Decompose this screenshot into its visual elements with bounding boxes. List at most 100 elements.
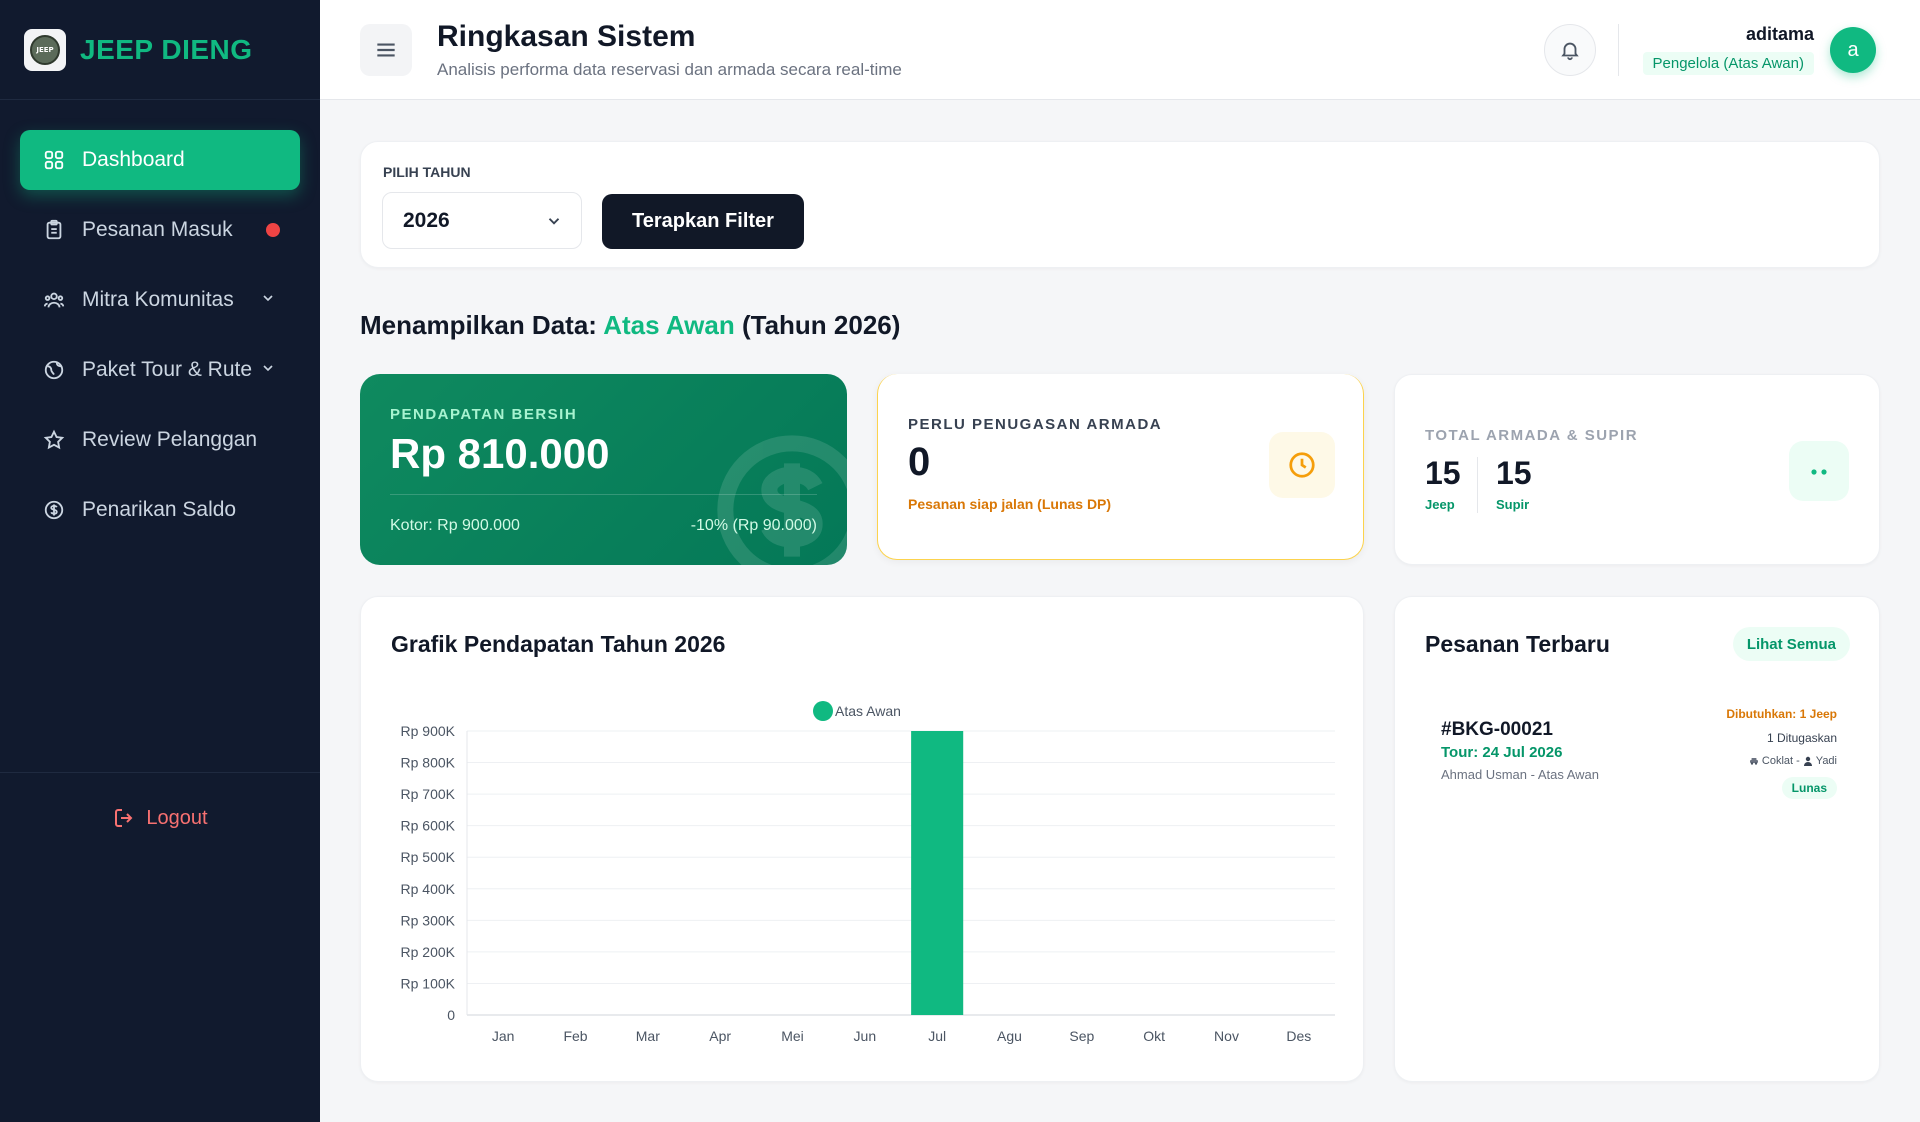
data-scope-heading: Menampilkan Data: Atas Awan (Tahun 2026) xyxy=(360,310,900,341)
chevron-down-icon xyxy=(548,217,560,225)
sidebar: JEEP JEEP DIENG Dashboard Pesanan Masuk … xyxy=(0,0,320,1122)
brand-name: JEEP DIENG xyxy=(80,33,253,65)
order-list-item[interactable]: #BKG-00021 Tour: 24 Jul 2026 Ahmad Usman… xyxy=(1411,697,1865,807)
sidebar-item-label: Paket Tour & Rute xyxy=(82,358,253,381)
y-tick-label: 0 xyxy=(447,1007,455,1023)
star-icon xyxy=(42,428,66,452)
see-all-button[interactable]: Lihat Semua xyxy=(1732,627,1850,661)
user-icon xyxy=(1803,756,1812,766)
revenue-bar-chart: 0 Rp 100K Rp 200K Rp 300K Rp 400K Rp 500K Rp 6… xyxy=(401,701,1335,1044)
logout-button[interactable]: Logout xyxy=(0,806,320,830)
x-tick-label: Agu xyxy=(997,1028,1022,1044)
logout-icon xyxy=(115,809,133,827)
order-needed: Dibutuhkan: 1 Jeep xyxy=(1726,707,1837,721)
y-tick-label: Rp 100K xyxy=(401,975,456,991)
driver-count-label: Supir xyxy=(1496,497,1530,512)
net-income-value: Rp 810.000 xyxy=(390,430,610,477)
clock-icon xyxy=(1269,432,1335,498)
brand-logo-emblem: JEEP xyxy=(30,34,60,65)
avatar[interactable]: a xyxy=(1830,27,1876,73)
jeep-icon xyxy=(1789,441,1849,501)
chevron-down-icon xyxy=(260,358,276,382)
fleet-divider xyxy=(1477,457,1478,513)
gross-income: Kotor: Rp 900.000 xyxy=(390,517,520,534)
platform-fee: -10% (Rp 90.000) xyxy=(690,517,817,534)
x-tick-label: Apr xyxy=(709,1028,731,1044)
order-jeep: Coklat - xyxy=(1761,755,1800,767)
sidebar-divider xyxy=(0,772,320,773)
driver-count: 15 xyxy=(1496,455,1532,491)
scope-suffix: (Tahun 2026) xyxy=(741,310,901,340)
sidebar-item-dashboard[interactable]: Dashboard xyxy=(20,130,300,190)
notification-dot xyxy=(266,223,280,237)
globe-icon xyxy=(42,358,66,382)
sidebar-item-label: Review Pelanggan xyxy=(82,428,258,451)
bell-icon xyxy=(1561,42,1579,61)
pending-assignment-note: Pesanan siap jalan (Lunas DP) xyxy=(908,496,1112,512)
order-driver: Yadi xyxy=(1815,755,1837,767)
sidebar-item-paket-tour[interactable]: Paket Tour & Rute xyxy=(20,340,300,400)
menu-toggle-button[interactable] xyxy=(360,24,412,76)
sidebar-item-mitra-komunitas[interactable]: Mitra Komunitas xyxy=(20,270,300,330)
net-income-label: PENDAPATAN BERSIH xyxy=(390,406,578,423)
brand-logo: JEEP xyxy=(24,28,66,71)
x-tick-label: Sep xyxy=(1069,1028,1094,1044)
users-icon xyxy=(42,288,66,312)
filter-card: PILIH TAHUN 2026 Terapkan Filter xyxy=(360,141,1880,268)
order-assigned: 1 Ditugaskan xyxy=(1766,731,1837,745)
logout-label: Logout xyxy=(146,806,208,829)
x-tick-label: Nov xyxy=(1214,1028,1239,1044)
order-customer: Ahmad Usman - Atas Awan xyxy=(1441,767,1600,782)
y-tick-label: Rp 400K xyxy=(401,881,456,897)
sidebar-item-penarikan-saldo[interactable]: Penarikan Saldo xyxy=(20,480,300,540)
sidebar-item-label: Pesanan Masuk xyxy=(82,218,233,241)
fleet-summary-card: TOTAL ARMADA & SUPIR 15 Jeep 15 Supir xyxy=(1394,374,1880,565)
sidebar-item-review[interactable]: Review Pelanggan xyxy=(20,410,300,470)
y-tick-label: Rp 500K xyxy=(401,849,456,865)
sidebar-nav: Dashboard Pesanan Masuk Mitra Komunitas … xyxy=(0,100,320,540)
jeep-count: 15 xyxy=(1425,455,1461,491)
grid-icon xyxy=(42,148,66,172)
y-tick-label: Rp 200K xyxy=(401,944,456,960)
y-tick-label: Rp 700K xyxy=(401,786,456,802)
dollar-circle-icon xyxy=(42,498,66,522)
year-select[interactable]: 2026 xyxy=(382,192,582,249)
scope-prefix: Menampilkan Data: xyxy=(360,310,597,340)
scope-location: Atas Awan xyxy=(603,310,735,340)
notifications-button[interactable] xyxy=(1544,24,1596,76)
x-tick-label: Okt xyxy=(1143,1028,1165,1044)
x-tick-label: Jun xyxy=(854,1028,877,1044)
y-tick-label: Rp 300K xyxy=(401,912,456,928)
clipboard-icon xyxy=(42,218,66,242)
chart-bar xyxy=(911,731,964,1015)
sidebar-item-label: Dashboard xyxy=(82,148,185,171)
user-name: aditama xyxy=(1745,24,1814,44)
recent-orders-title: Pesanan Terbaru xyxy=(1425,631,1610,657)
x-tick-label: Des xyxy=(1286,1028,1311,1044)
year-select-value: 2026 xyxy=(403,208,450,232)
pending-assignment-label: PERLU PENUGASAN ARMADA xyxy=(908,416,1163,433)
hamburger-icon xyxy=(377,43,395,57)
car-icon xyxy=(1749,758,1758,765)
header-divider xyxy=(1618,24,1619,76)
year-filter-label: PILIH TAHUN xyxy=(383,164,471,180)
status-badge: Lunas xyxy=(1781,777,1837,799)
user-role-badge: Pengelola (Atas Awan) xyxy=(1642,52,1814,75)
x-tick-label: Mar xyxy=(636,1028,660,1044)
revenue-chart-card: Grafik Pendapatan Tahun 2026 0 Rp 100K Rp … xyxy=(360,596,1364,1082)
page-subtitle: Analisis performa data reservasi dan arm… xyxy=(437,60,902,79)
net-income-divider xyxy=(390,494,817,495)
x-tick-label: Feb xyxy=(563,1028,587,1044)
apply-filter-button[interactable]: Terapkan Filter xyxy=(602,194,804,249)
pending-assignment-card: PERLU PENUGASAN ARMADA 0 Pesanan siap ja… xyxy=(877,374,1364,560)
y-tick-label: Rp 800K xyxy=(401,755,456,771)
fleet-summary-label: TOTAL ARMADA & SUPIR xyxy=(1425,427,1639,444)
net-income-card: PENDAPATAN BERSIH Rp 810.000 Kotor: Rp 9… xyxy=(360,374,847,565)
dollar-circle-icon xyxy=(717,435,847,565)
page-title: Ringkasan Sistem xyxy=(437,20,696,53)
x-tick-label: Jul xyxy=(928,1028,946,1044)
y-tick-label: Rp 900K xyxy=(401,723,456,739)
sidebar-item-pesanan-masuk[interactable]: Pesanan Masuk xyxy=(20,200,300,260)
sidebar-item-label: Mitra Komunitas xyxy=(82,288,234,311)
brand[interactable]: JEEP JEEP DIENG xyxy=(0,0,320,100)
